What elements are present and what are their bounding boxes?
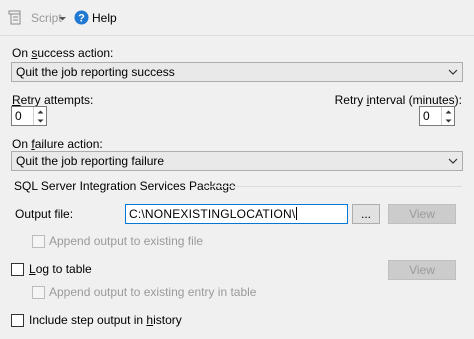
view-output-button[interactable]: View xyxy=(388,204,456,224)
log-to-table-label: Log to table xyxy=(29,262,92,276)
retry-interval-value: 0 xyxy=(423,109,430,123)
spin-down-icon[interactable] xyxy=(34,116,46,125)
retry-interval-stepper[interactable]: 0 xyxy=(419,106,455,126)
browse-button[interactable]: ... xyxy=(352,204,380,224)
group-divider xyxy=(203,186,462,187)
view-log-button[interactable]: View xyxy=(388,260,456,280)
on-failure-value: Quit the job reporting failure xyxy=(16,154,165,168)
on-success-label: On success action: xyxy=(12,46,114,60)
chevron-down-icon[interactable] xyxy=(445,64,461,80)
include-step-output-checkbox[interactable] xyxy=(11,314,24,327)
output-file-label: Output file: xyxy=(15,207,74,221)
output-file-value: C:\NONEXISTINGLOCATION\ xyxy=(129,207,296,221)
spin-up-icon[interactable] xyxy=(442,107,454,116)
script-button[interactable]: Script xyxy=(8,10,62,26)
view-output-label: View xyxy=(409,207,435,221)
append-output-label: Append output to existing file xyxy=(49,234,204,248)
include-step-output-label: Include step output in history xyxy=(29,313,182,327)
retry-attempts-value: 0 xyxy=(15,109,22,123)
toolbar: Script ? Help xyxy=(0,0,474,36)
retry-attempts-stepper[interactable]: 0 xyxy=(11,106,47,126)
append-output-checkbox[interactable] xyxy=(32,235,45,248)
on-failure-label: On failure action: xyxy=(12,137,103,151)
svg-text:?: ? xyxy=(78,13,85,25)
chevron-down-icon xyxy=(58,12,67,26)
append-entry-checkbox[interactable] xyxy=(32,286,45,299)
append-entry-label: Append output to existing entry in table xyxy=(49,285,257,299)
help-button[interactable]: ? Help xyxy=(74,10,117,25)
script-icon xyxy=(8,10,24,26)
spin-down-icon[interactable] xyxy=(442,116,454,125)
view-log-label: View xyxy=(409,263,435,277)
output-file-input[interactable]: C:\NONEXISTINGLOCATION\ xyxy=(125,204,348,224)
script-dropdown-arrow[interactable] xyxy=(58,12,67,26)
retry-attempts-label: Retry attempts: xyxy=(12,93,94,107)
on-success-value: Quit the job reporting success xyxy=(16,65,175,79)
browse-label: ... xyxy=(360,207,371,221)
help-icon: ? xyxy=(74,10,89,25)
spin-up-icon[interactable] xyxy=(34,107,46,116)
retry-interval-label: Retry interval (minutes): xyxy=(334,93,462,107)
on-success-combo[interactable]: Quit the job reporting success xyxy=(11,62,463,82)
chevron-down-icon[interactable] xyxy=(445,153,461,169)
on-failure-combo[interactable]: Quit the job reporting failure xyxy=(11,151,463,171)
text-caret xyxy=(296,207,298,220)
log-to-table-checkbox[interactable] xyxy=(11,263,24,276)
help-label: Help xyxy=(92,10,117,25)
